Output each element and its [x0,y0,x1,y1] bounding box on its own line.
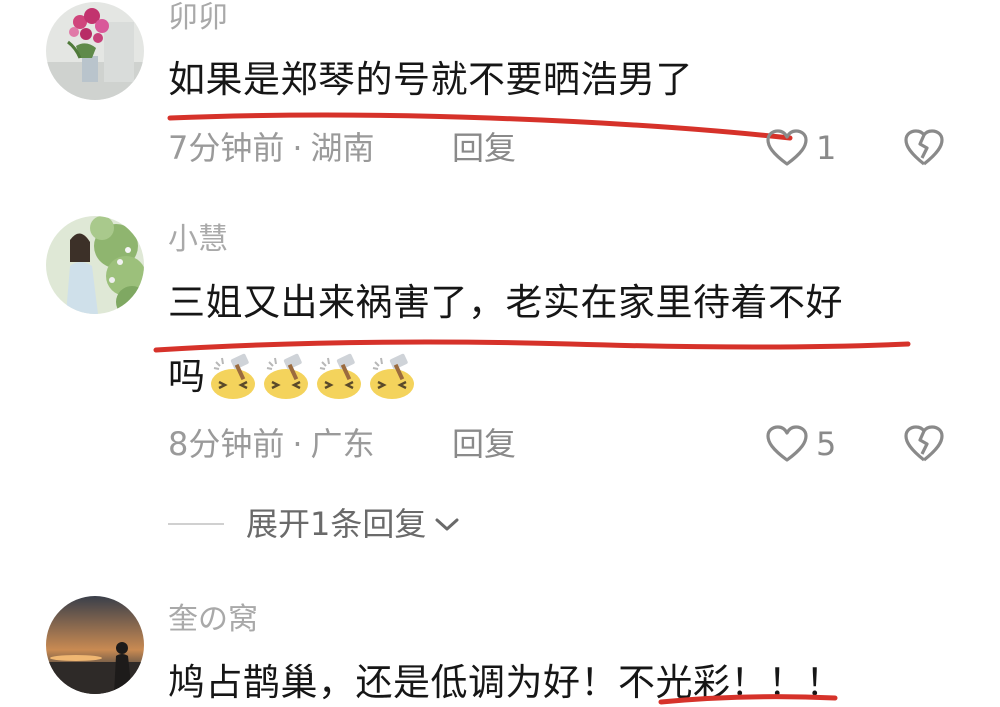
comment-text: 三姐又出来祸害了，老实在家里待着不好 [168,281,843,324]
dislike-button[interactable] [902,424,946,464]
separator: · [292,129,303,167]
username[interactable]: 小慧 [168,222,228,258]
username[interactable]: 卯卯 [168,0,228,36]
separator: · [292,425,303,463]
like-count: 5 [816,425,837,463]
emoji-row [208,352,417,400]
expand-replies-button[interactable]: 展开1条回复 [168,502,462,546]
location: 广东 [310,425,375,463]
avatar[interactable] [46,596,144,694]
comment-text: 如果是郑琴的号就不要晒浩男了 [168,58,693,101]
comment-text: 鸠占鹊巢，还是低调为好！不光彩！！！ [168,661,843,704]
hammer-face-emoji [370,353,414,399]
comment-list: 卯卯 如果是郑琴的号就不要晒浩男了 7分钟前 · 湖南 回复 1 小慧 三姐又出… [0,0,1000,707]
divider [168,523,224,525]
comment-text-continued: 吗 [168,355,206,398]
like-button[interactable]: 1 [764,128,836,168]
location: 湖南 [310,129,375,167]
hammer-face-emoji [211,353,255,399]
hammer-face-emoji [317,353,361,399]
broken-heart-icon [904,129,944,166]
timestamp: 8分钟前 [168,425,285,463]
comment-meta: 8分钟前 · 广东 [168,424,375,464]
broken-heart-icon [904,425,944,462]
comment-meta: 7分钟前 · 湖南 [168,128,375,168]
avatar[interactable] [46,216,144,314]
timestamp: 7分钟前 [168,129,285,167]
reply-button[interactable]: 回复 [452,128,516,168]
heart-outline-icon [766,129,808,166]
avatar[interactable] [46,2,144,100]
expand-replies-label: 展开1条回复 [246,505,427,543]
chevron-down-icon [435,518,459,531]
reply-button[interactable]: 回复 [452,424,516,464]
heart-outline-icon [766,425,808,462]
like-button[interactable]: 5 [764,424,836,464]
like-count: 1 [816,129,837,167]
hammer-face-emoji [264,353,308,399]
username[interactable]: 奎の窝 [168,602,258,638]
dislike-button[interactable] [902,128,946,168]
